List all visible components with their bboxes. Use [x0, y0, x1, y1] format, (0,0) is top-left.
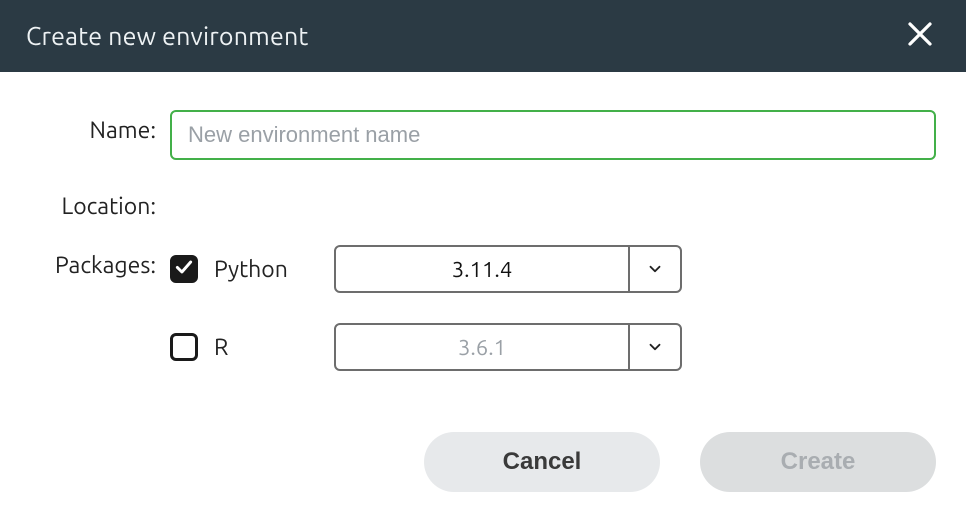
- name-row: Name:: [30, 110, 936, 160]
- r-checkbox[interactable]: [170, 333, 198, 361]
- titlebar: Create new environment: [0, 0, 966, 72]
- create-button[interactable]: Create: [700, 432, 936, 492]
- cancel-button[interactable]: Cancel: [424, 432, 660, 492]
- create-environment-dialog: Create new environment Name: Location:: [0, 0, 966, 528]
- packages-label: Packages:: [30, 245, 170, 278]
- chevron-down-icon: [628, 325, 680, 369]
- package-r-row: R 3.6.1: [170, 323, 936, 371]
- packages-row: Packages: Python 3.11.4: [30, 245, 936, 371]
- dialog-footer: Cancel Create: [0, 432, 966, 528]
- r-version-value: 3.6.1: [336, 325, 628, 369]
- close-icon: [905, 19, 935, 53]
- checkmark-icon: [174, 257, 194, 281]
- package-python-row: Python 3.11.4: [170, 245, 936, 293]
- name-input[interactable]: [170, 110, 936, 160]
- python-checkbox[interactable]: [170, 255, 198, 283]
- close-button[interactable]: [900, 16, 940, 56]
- dialog-body: Name: Location: Packages:: [0, 72, 966, 432]
- python-version-value: 3.11.4: [336, 247, 628, 291]
- python-version-select[interactable]: 3.11.4: [334, 245, 682, 293]
- name-label: Name:: [30, 110, 170, 143]
- r-label: R: [214, 335, 334, 360]
- location-label: Location:: [30, 186, 170, 219]
- r-version-select[interactable]: 3.6.1: [334, 323, 682, 371]
- dialog-title: Create new environment: [26, 22, 308, 50]
- python-label: Python: [214, 257, 334, 282]
- location-row: Location:: [30, 186, 936, 219]
- chevron-down-icon: [628, 247, 680, 291]
